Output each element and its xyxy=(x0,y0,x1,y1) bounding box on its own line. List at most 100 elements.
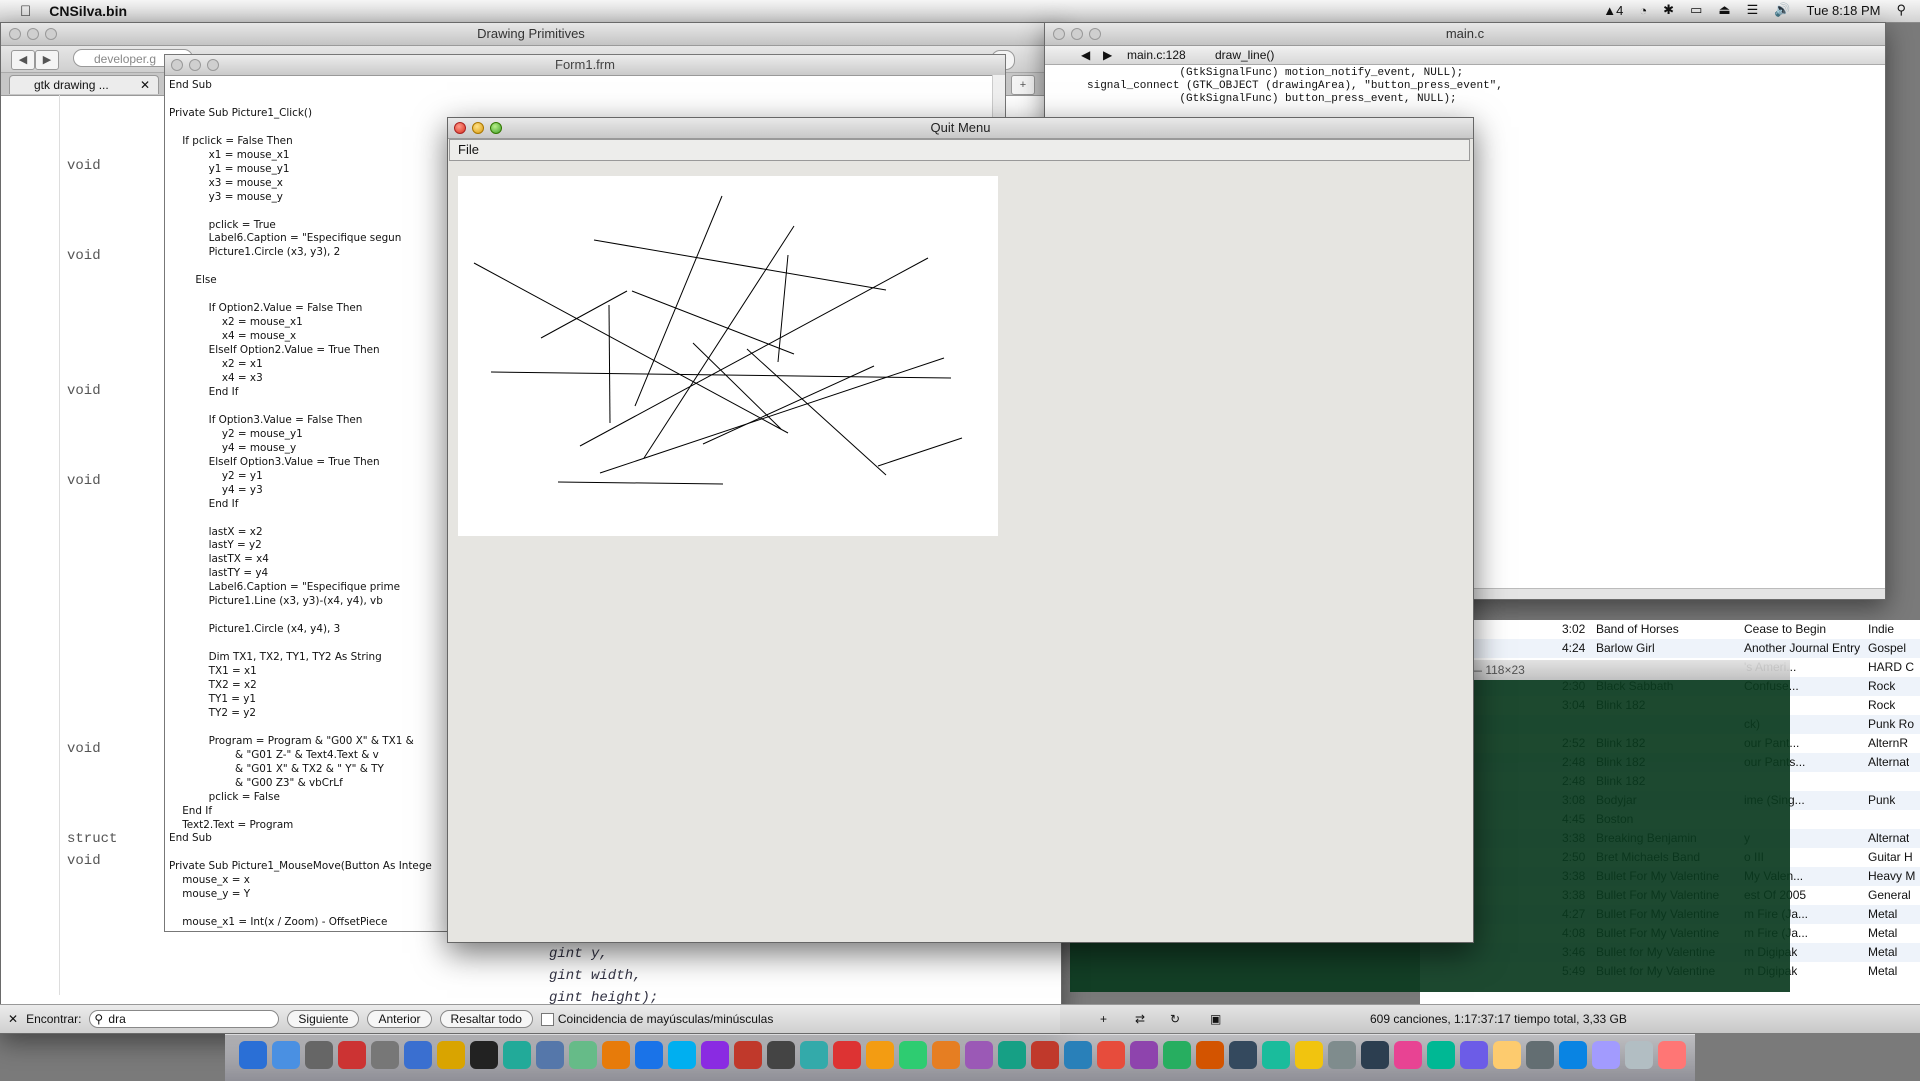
vlc-icon[interactable] xyxy=(899,1041,927,1069)
numbers-icon[interactable] xyxy=(1427,1041,1455,1069)
quicktime-icon[interactable] xyxy=(668,1041,696,1069)
minimize-icon[interactable] xyxy=(27,28,39,40)
photoshop-icon[interactable] xyxy=(932,1041,960,1069)
wireshark-icon[interactable] xyxy=(1526,1041,1554,1069)
stickies-icon[interactable] xyxy=(1262,1041,1290,1069)
clock[interactable]: Tue 8:18 PM xyxy=(1807,3,1881,18)
track-row[interactable]: 4:24 Barlow Girl Another Journal Entry Gosp… xyxy=(1420,639,1920,658)
repeat-icon[interactable]: ↻ xyxy=(1170,1005,1180,1033)
minimize-icon[interactable] xyxy=(189,59,201,71)
close-icon[interactable] xyxy=(171,59,183,71)
trash-icon[interactable] xyxy=(1658,1041,1686,1069)
close-icon[interactable] xyxy=(1053,28,1065,40)
back-icon[interactable]: ◀ xyxy=(1081,46,1090,64)
finder-icon[interactable] xyxy=(239,1041,267,1069)
close-find-icon[interactable]: ✕ xyxy=(8,1012,18,1026)
track-genre: Guitar H xyxy=(1868,850,1913,864)
drawn-line xyxy=(631,290,795,355)
shuffle-icon[interactable]: ⇄ xyxy=(1135,1005,1145,1033)
display-icon[interactable]: ▭ xyxy=(1690,2,1702,18)
minimize-icon[interactable] xyxy=(472,122,484,134)
minimize-icon[interactable] xyxy=(1071,28,1083,40)
system-prefs-icon[interactable] xyxy=(371,1041,399,1069)
appstore-icon[interactable] xyxy=(272,1041,300,1069)
skype-icon[interactable] xyxy=(800,1041,828,1069)
adobe-icon[interactable]: ▲4 xyxy=(1603,3,1623,18)
powerpoint-icon[interactable] xyxy=(1064,1041,1092,1069)
artwork-icon[interactable]: ▣ xyxy=(1210,1005,1221,1033)
dashboard-icon[interactable] xyxy=(305,1041,333,1069)
find-prev-button[interactable]: Anterior xyxy=(367,1010,432,1028)
virtualbox-icon[interactable] xyxy=(536,1041,564,1069)
close-tab-icon[interactable]: ✕ xyxy=(140,76,150,95)
wifi-icon[interactable]: ☰ xyxy=(1747,2,1759,18)
safari-icon[interactable] xyxy=(701,1041,729,1069)
zoom-icon[interactable] xyxy=(1089,28,1101,40)
vb-code[interactable]: End Sub Private Sub Picture1_Click() If … xyxy=(169,79,432,930)
zoom-icon[interactable] xyxy=(207,59,219,71)
close-icon[interactable] xyxy=(9,28,21,40)
track-row[interactable]: 3:02 Band of Horses Cease to Begin Indie xyxy=(1420,620,1920,639)
itunes-icon[interactable] xyxy=(635,1041,663,1069)
spotlight-icon[interactable]: ⚲ xyxy=(1896,2,1906,18)
find-next-button[interactable]: Siguiente xyxy=(287,1010,360,1028)
chrome-icon[interactable] xyxy=(1196,1041,1224,1069)
applications-icon[interactable] xyxy=(1592,1041,1620,1069)
drawing-area[interactable] xyxy=(458,176,998,536)
pages-icon[interactable] xyxy=(1394,1041,1422,1069)
textedit-icon[interactable] xyxy=(437,1041,465,1069)
utorrent-icon[interactable] xyxy=(1163,1041,1191,1069)
word-icon[interactable] xyxy=(1031,1041,1059,1069)
app-name[interactable]: CNSilva.bin xyxy=(49,3,127,19)
match-case-checkbox[interactable]: Coincidencia de mayúsculas/minúsculas xyxy=(540,1012,773,1027)
add-playlist-icon[interactable]: + xyxy=(1100,1005,1107,1033)
menu-file[interactable]: File xyxy=(450,142,479,157)
highlight-all-button[interactable]: Resaltar todo xyxy=(439,1010,533,1028)
gimp-icon[interactable] xyxy=(1493,1041,1521,1069)
dock xyxy=(225,1034,1695,1081)
blender-icon[interactable] xyxy=(965,1041,993,1069)
jump-function[interactable]: draw_line() xyxy=(1215,46,1274,64)
unity-icon[interactable] xyxy=(998,1041,1026,1069)
adium-icon[interactable] xyxy=(866,1041,894,1069)
calendar-icon[interactable] xyxy=(338,1041,366,1069)
keynote-icon[interactable] xyxy=(1361,1041,1389,1069)
find-label: Encontrar: xyxy=(26,1012,82,1026)
filezilla-icon[interactable] xyxy=(1130,1041,1158,1069)
forward-icon[interactable]: ▶ xyxy=(1103,46,1112,64)
firefox-icon[interactable] xyxy=(734,1041,762,1069)
apple-icon[interactable]:  xyxy=(20,3,31,20)
eject-icon[interactable]: ⏏ xyxy=(1718,2,1730,18)
terminal-icon[interactable] xyxy=(470,1041,498,1069)
zoom-icon[interactable] xyxy=(490,122,502,134)
back-icon[interactable]: ◀ xyxy=(11,50,35,70)
volume-icon[interactable]: 🔊 xyxy=(1774,2,1790,18)
drawn-line xyxy=(777,254,789,363)
folder-icon[interactable] xyxy=(1229,1041,1257,1069)
script-editor-icon[interactable] xyxy=(569,1041,597,1069)
quit-menubar: File xyxy=(449,139,1470,161)
menu-bar:  CNSilva.bin ▲4 ◔ ✱ ▭ ⏏ ☰ 🔊 Tue 8:18 PM… xyxy=(0,0,1920,23)
xquartz-icon[interactable] xyxy=(1460,1041,1488,1069)
jump-file[interactable]: main.c:128 xyxy=(1127,46,1186,64)
tab-gtk-drawing[interactable]: gtk drawing ... ✕ xyxy=(9,75,159,94)
thunderbird-icon[interactable] xyxy=(767,1041,795,1069)
new-tab-icon[interactable]: + xyxy=(1011,75,1035,95)
bluetooth-icon[interactable]: ✱ xyxy=(1663,2,1674,18)
menu-extra-count: 4 xyxy=(1616,2,1624,18)
activity-monitor-icon[interactable] xyxy=(503,1041,531,1069)
forward-icon[interactable]: ▶ xyxy=(35,50,59,70)
close-icon[interactable] xyxy=(454,122,466,134)
documents-icon[interactable] xyxy=(1625,1041,1653,1069)
zoom-icon[interactable] xyxy=(45,28,57,40)
xcode-icon[interactable] xyxy=(404,1041,432,1069)
gutter-keyword: void xyxy=(67,248,101,264)
downloads-icon[interactable] xyxy=(1559,1041,1587,1069)
excel-icon[interactable] xyxy=(1097,1041,1125,1069)
find-input[interactable]: ⚲ dra xyxy=(89,1010,280,1028)
ical-icon[interactable] xyxy=(1328,1041,1356,1069)
growl-icon[interactable] xyxy=(833,1041,861,1069)
preview-icon[interactable] xyxy=(602,1041,630,1069)
timemachine-icon[interactable]: ◔ xyxy=(1639,3,1647,18)
mail-icon[interactable] xyxy=(1295,1041,1323,1069)
